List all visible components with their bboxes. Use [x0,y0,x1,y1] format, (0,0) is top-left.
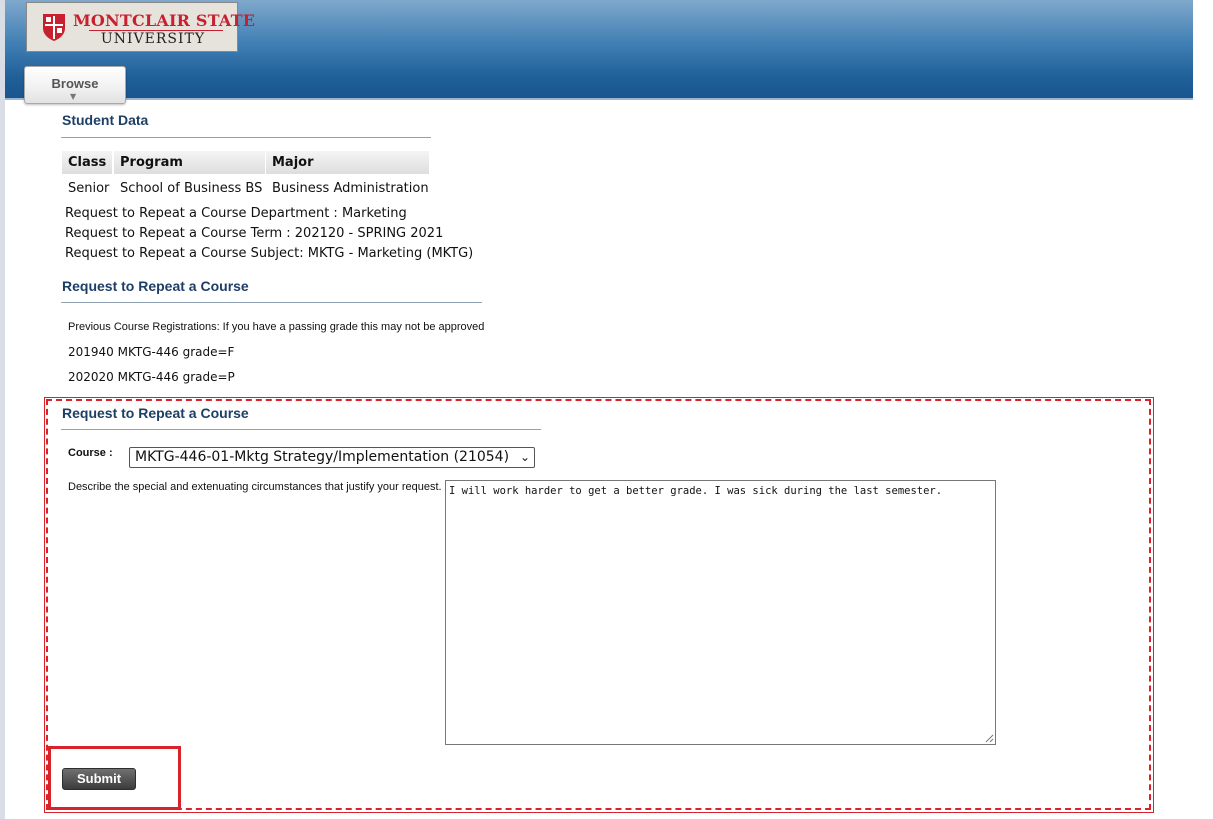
list-item: 201940 MKTG-446 grade=F [68,345,235,359]
student-data-rule [61,137,431,138]
student-major: Business Administration [272,181,429,196]
subject-line: Request to Repeat a Course Subject: MKTG… [65,246,474,261]
left-edge [0,0,5,819]
reason-label: Describe the special and extenuating cir… [68,481,442,493]
reason-textarea[interactable]: I will work harder to get a better grade… [445,480,996,745]
previous-registrations-note: Previous Course Registrations: If you ha… [68,321,485,333]
list-item: 202020 MKTG-446 grade=P [68,370,235,384]
repeat-history-title: Request to Repeat a Course [62,278,249,294]
col-header-program: Program [114,151,265,174]
repeat-history-rule [61,302,482,303]
course-label: Course : [68,447,113,459]
department-line: Request to Repeat a Course Department : … [65,206,407,221]
reason-text: I will work harder to get a better grade… [449,485,943,497]
col-header-major: Major [266,151,429,174]
university-logo[interactable]: MONTCLAIR STATE UNIVERSITY [26,2,256,52]
logo-text-line1: MONTCLAIR STATE [73,11,256,30]
browse-tab-label: Browse [51,76,99,91]
course-select-value: MKTG-446-01-Mktg Strategy/Implementation… [135,449,510,465]
repeat-form-rule [61,429,541,430]
logo-text-line2: UNIVERSITY [100,31,206,47]
student-program: School of Business BS [120,181,263,196]
resize-grip-icon[interactable] [985,734,994,743]
student-data-title: Student Data [62,112,149,128]
student-class: Senior [68,181,110,196]
header-banner: MONTCLAIR STATE UNIVERSITY Browse ▼ [5,0,1193,104]
chevron-down-icon: ⌄ [519,450,530,464]
caret-down-icon: ▼ [70,92,77,101]
col-header-class: Class [62,151,112,174]
submit-button[interactable]: Submit [62,768,136,790]
browse-tab[interactable]: Browse ▼ [24,66,126,104]
course-select[interactable]: MKTG-446-01-Mktg Strategy/Implementation… [129,447,535,468]
term-line: Request to Repeat a Course Term : 202120… [65,226,444,241]
seal-icon [43,14,65,41]
repeat-form-title: Request to Repeat a Course [62,405,249,421]
